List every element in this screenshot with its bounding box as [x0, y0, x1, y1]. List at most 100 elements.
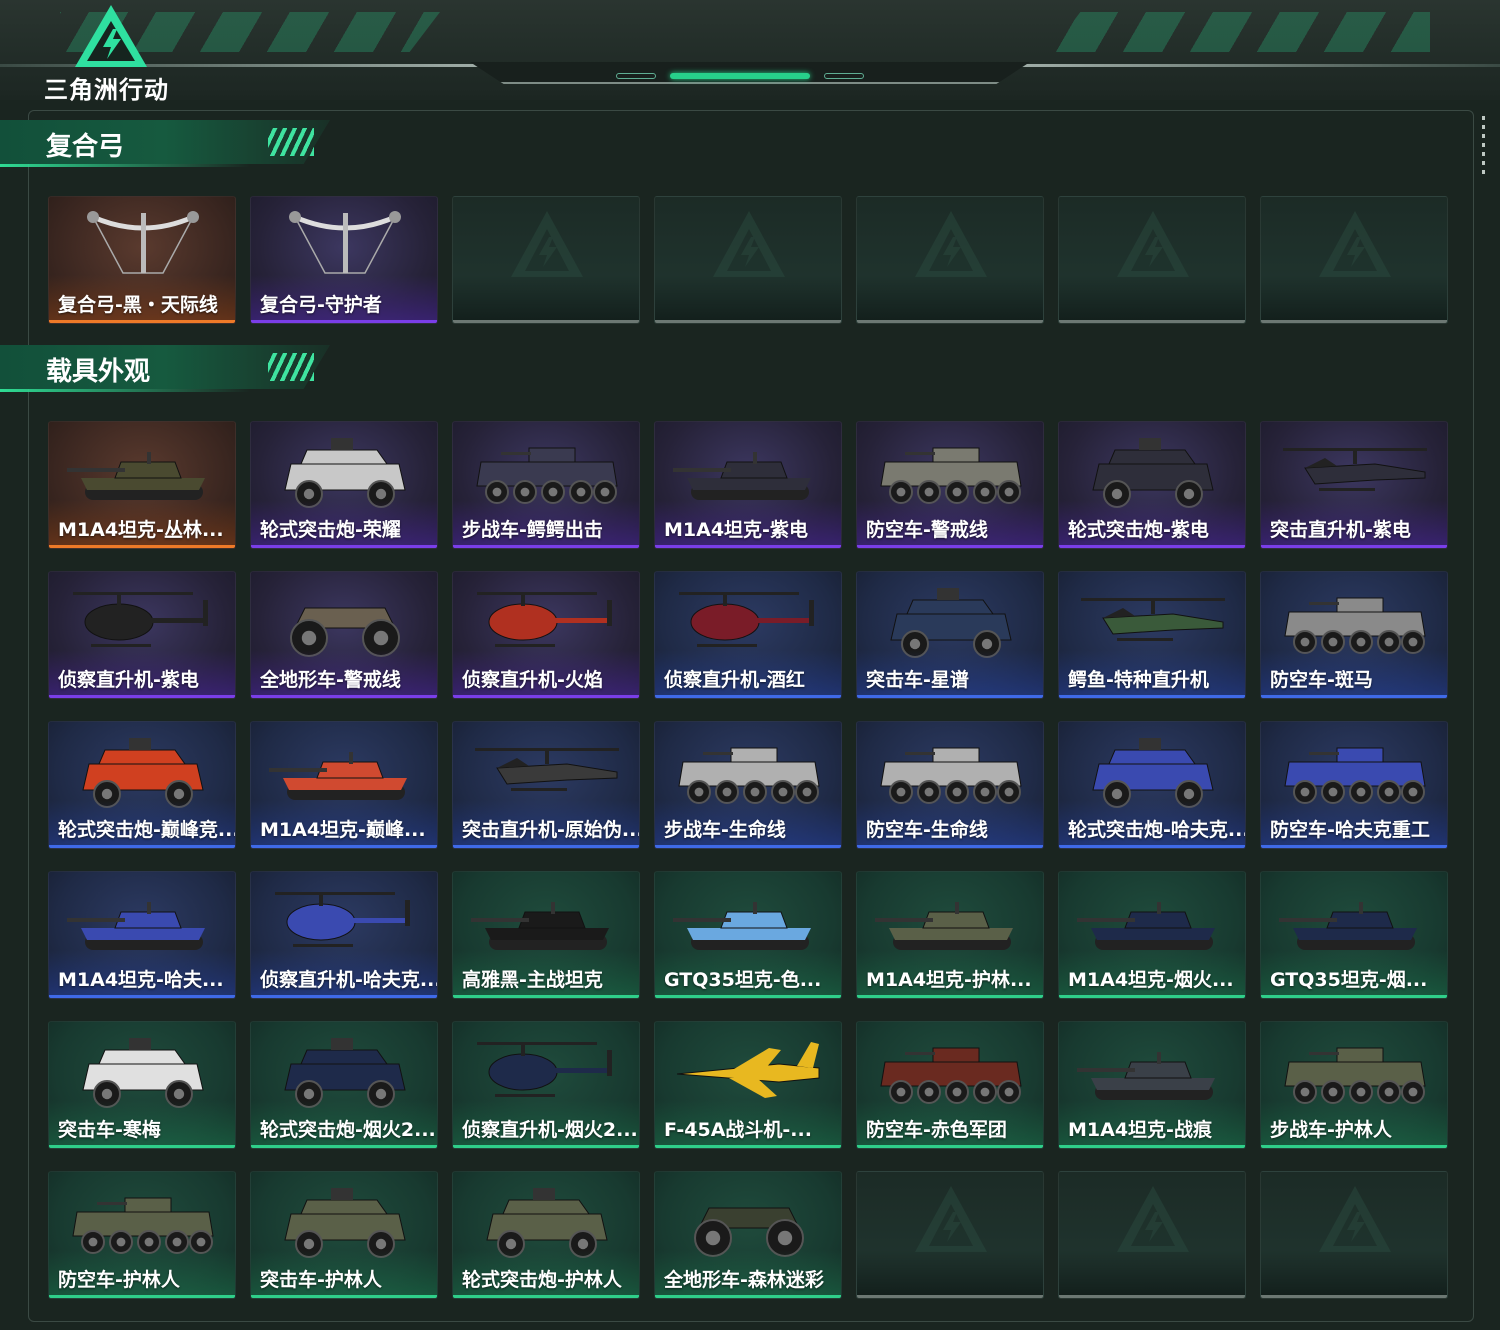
- skin-card[interactable]: 防空车-警戒线: [856, 421, 1044, 549]
- empty-slot[interactable]: [856, 1171, 1044, 1299]
- empty-slot[interactable]: [654, 196, 842, 324]
- skin-name: 突击直升机-原始伪...: [462, 819, 640, 841]
- rarity-bar: [251, 845, 437, 848]
- rarity-bar: [655, 320, 841, 323]
- skin-card[interactable]: 轮式突击炮-哈夫克...: [1058, 721, 1246, 849]
- empty-slot[interactable]: [452, 196, 640, 324]
- skin-card[interactable]: 突击车-寒梅: [48, 1021, 236, 1149]
- skin-card[interactable]: 突击直升机-原始伪...: [452, 721, 640, 849]
- skin-card[interactable]: 轮式突击炮-紫电: [1058, 421, 1246, 549]
- rarity-bar: [857, 1295, 1043, 1298]
- rarity-bar: [251, 545, 437, 548]
- skin-name: 突击直升机-紫电: [1270, 519, 1411, 541]
- skin-card[interactable]: 高雅黑-主战坦克: [452, 871, 640, 999]
- skin-name: 突击车-寒梅: [58, 1119, 161, 1141]
- skin-card[interactable]: 步战车-鳄鳄出击: [452, 421, 640, 549]
- skin-card[interactable]: 防空车-哈夫克重工: [1260, 721, 1448, 849]
- delta-logo-icon: [75, 5, 147, 67]
- skin-card[interactable]: M1A4坦克-巅峰...: [250, 721, 438, 849]
- rarity-bar: [49, 995, 235, 998]
- section-header-stripes: [268, 353, 314, 381]
- card-shade: [655, 275, 841, 323]
- rarity-bar: [49, 1295, 235, 1298]
- skin-card[interactable]: 侦察直升机-火焰: [452, 571, 640, 699]
- skin-card[interactable]: 全地形车-警戒线: [250, 571, 438, 699]
- skin-card[interactable]: 突击车-护林人: [250, 1171, 438, 1299]
- placeholder-logo-icon: [1117, 211, 1189, 277]
- rarity-bar: [655, 995, 841, 998]
- rarity-bar: [1059, 1295, 1245, 1298]
- skin-name: 轮式突击炮-烟火2...: [260, 1119, 436, 1141]
- skin-name: 鳄鱼-特种直升机: [1068, 669, 1209, 691]
- skin-card[interactable]: 复合弓-黑・天际线: [48, 196, 236, 324]
- skin-name: 防空车-警戒线: [866, 519, 988, 541]
- skin-name: 复合弓-黑・天际线: [58, 294, 218, 316]
- skin-card[interactable]: 侦察直升机-酒红: [654, 571, 842, 699]
- skin-card[interactable]: 防空车-斑马: [1260, 571, 1448, 699]
- banner-pill-active: [670, 73, 810, 79]
- section-header-underline: [0, 389, 250, 392]
- section-header-stripes: [268, 128, 314, 156]
- scrollbar[interactable]: [1482, 116, 1485, 176]
- skin-card[interactable]: 全地形车-森林迷彩: [654, 1171, 842, 1299]
- rarity-bar: [857, 1145, 1043, 1148]
- rarity-bar: [1059, 545, 1245, 548]
- section-header: 载具外观: [0, 345, 330, 395]
- skin-card[interactable]: M1A4坦克-哈夫...: [48, 871, 236, 999]
- skin-card[interactable]: 轮式突击炮-烟火2...: [250, 1021, 438, 1149]
- skin-name: 防空车-斑马: [1270, 669, 1373, 691]
- skin-name: 防空车-哈夫克重工: [1270, 819, 1430, 841]
- rarity-bar: [453, 1145, 639, 1148]
- section-title: 载具外观: [46, 357, 151, 387]
- skin-card[interactable]: 步战车-生命线: [654, 721, 842, 849]
- card-shade: [857, 1250, 1043, 1298]
- skin-card[interactable]: GTQ35坦克-色...: [654, 871, 842, 999]
- rarity-bar: [655, 1145, 841, 1148]
- skin-card[interactable]: M1A4坦克-护林...: [856, 871, 1044, 999]
- skin-card[interactable]: GTQ35坦克-烟...: [1260, 871, 1448, 999]
- empty-slot[interactable]: [1260, 196, 1448, 324]
- skin-card[interactable]: 轮式突击炮-荣耀: [250, 421, 438, 549]
- rarity-bar: [251, 1145, 437, 1148]
- skin-card[interactable]: 轮式突击炮-护林人: [452, 1171, 640, 1299]
- skin-card[interactable]: 防空车-护林人: [48, 1171, 236, 1299]
- skin-card[interactable]: F-45A战斗机-...: [654, 1021, 842, 1149]
- rarity-bar: [1059, 845, 1245, 848]
- skin-card[interactable]: 侦察直升机-烟火2...: [452, 1021, 640, 1149]
- empty-slot[interactable]: [1058, 1171, 1246, 1299]
- skin-card[interactable]: 防空车-生命线: [856, 721, 1044, 849]
- empty-slot[interactable]: [856, 196, 1044, 324]
- skin-name: 侦察直升机-酒红: [664, 669, 805, 691]
- rarity-bar: [1261, 845, 1447, 848]
- skin-card[interactable]: 轮式突击炮-巅峰竞...: [48, 721, 236, 849]
- skin-card[interactable]: M1A4坦克-烟火...: [1058, 871, 1246, 999]
- skin-card[interactable]: 鳄鱼-特种直升机: [1058, 571, 1246, 699]
- skin-card[interactable]: 步战车-护林人: [1260, 1021, 1448, 1149]
- rarity-bar: [857, 320, 1043, 323]
- empty-slot[interactable]: [1260, 1171, 1448, 1299]
- placeholder-logo-icon: [915, 211, 987, 277]
- rarity-bar: [655, 845, 841, 848]
- rarity-bar: [49, 845, 235, 848]
- skin-card[interactable]: 侦察直升机-哈夫克...: [250, 871, 438, 999]
- empty-slot[interactable]: [1058, 196, 1246, 324]
- skin-name: 突击车-护林人: [260, 1269, 382, 1291]
- skin-card[interactable]: M1A4坦克-战痕: [1058, 1021, 1246, 1149]
- skin-name: M1A4坦克-护林...: [866, 969, 1032, 991]
- card-shade: [1261, 1250, 1447, 1298]
- skin-name: 轮式突击炮-荣耀: [260, 519, 401, 541]
- skin-card[interactable]: M1A4坦克-紫电: [654, 421, 842, 549]
- placeholder-logo-icon: [713, 211, 785, 277]
- skin-card[interactable]: 侦察直升机-紫电: [48, 571, 236, 699]
- skin-name: 侦察直升机-烟火2...: [462, 1119, 638, 1141]
- skin-card[interactable]: 防空车-赤色军团: [856, 1021, 1044, 1149]
- skin-card[interactable]: 突击直升机-紫电: [1260, 421, 1448, 549]
- banner-pill-left: [616, 73, 656, 79]
- skin-name: 步战车-生命线: [664, 819, 786, 841]
- rarity-bar: [1059, 320, 1245, 323]
- skin-card[interactable]: 复合弓-守护者: [250, 196, 438, 324]
- skin-name: 防空车-生命线: [866, 819, 988, 841]
- skin-card[interactable]: 突击车-星谱: [856, 571, 1044, 699]
- rarity-bar: [453, 995, 639, 998]
- skin-card[interactable]: M1A4坦克-丛林...: [48, 421, 236, 549]
